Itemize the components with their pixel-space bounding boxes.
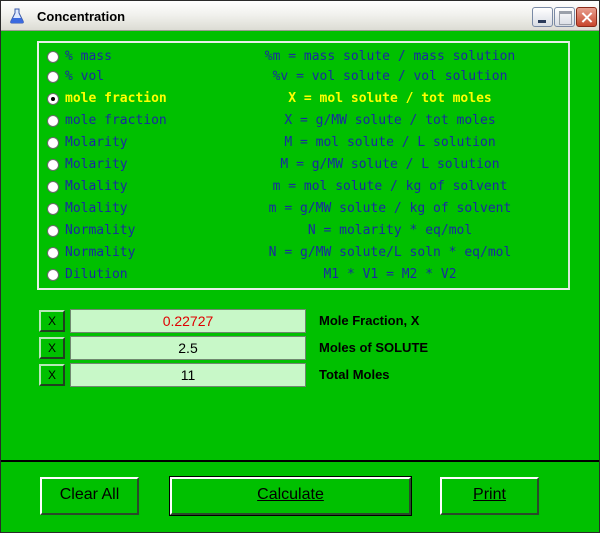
option-label: Normality [65,245,136,260]
option-label: Molarity [65,157,128,172]
moles-solute-field[interactable]: 2.5 [70,336,306,360]
option-formula: m = mol solute / kg of solvent [272,179,508,194]
clear-total-moles-button[interactable]: X [39,364,65,386]
radio-button[interactable] [47,203,59,215]
option-label: Dilution [65,267,128,282]
option-percent-mass[interactable]: % mass %m = mass solute / mass solution [39,46,568,68]
minimize-button[interactable] [532,7,553,27]
calculate-label: Calculate [257,486,324,503]
print-button[interactable]: Print [440,477,539,515]
window-title: Concentration [37,9,126,24]
radio-button[interactable] [47,115,59,127]
option-label: Molality [65,179,128,194]
print-label: Print [473,486,506,503]
option-label: % mass [65,49,112,64]
radio-button[interactable] [47,71,59,83]
option-mole-fraction-mol[interactable]: mole fraction X = mol solute / tot moles [39,88,568,110]
option-formula: X = mol solute / tot moles [288,91,492,106]
radio-button[interactable] [47,247,59,259]
option-label: Molality [65,201,128,216]
radio-button[interactable] [47,269,59,281]
moles-solute-label: Moles of SOLUTE [319,340,429,355]
radio-button-selected[interactable] [47,93,59,105]
clear-moles-solute-button[interactable]: X [39,337,65,359]
option-molarity-mol[interactable]: Molarity M = mol solute / L solution [39,132,568,154]
option-molality-mol[interactable]: Molality m = mol solute / kg of solvent [39,176,568,198]
divider-line [1,460,599,462]
option-mole-fraction-grams[interactable]: mole fraction X = g/MW solute / tot mole… [39,110,568,132]
radio-button[interactable] [47,159,59,171]
option-normality-grams[interactable]: Normality N = g/MW solute/L soln * eq/mo… [39,242,568,264]
option-formula: M = mol solute / L solution [284,135,496,150]
radio-button[interactable] [47,137,59,149]
radio-button[interactable] [47,225,59,237]
radio-button[interactable] [47,51,59,63]
flask-icon [10,8,24,24]
option-formula: %m = mass solute / mass solution [264,49,516,64]
option-molality-grams[interactable]: Molality m = g/MW solute / kg of solvent [39,198,568,220]
option-formula: N = g/MW solute/L soln * eq/mol [268,245,512,260]
total-moles-label: Total Moles [319,367,390,382]
option-formula: %v = vol solute / vol solution [272,69,508,84]
option-formula: N = molarity * eq/mol [307,223,473,238]
option-label: mole fraction [65,91,167,106]
radio-button[interactable] [47,181,59,193]
option-formula: M = g/MW solute / L solution [280,157,500,172]
title-bar[interactable]: Concentration [1,1,599,31]
option-formula: X = g/MW solute / tot moles [284,113,496,128]
option-label: % vol [65,69,105,84]
close-button[interactable] [576,7,597,27]
option-normality-molarity[interactable]: Normality N = molarity * eq/mol [39,220,568,242]
option-formula: m = g/MW solute / kg of solvent [268,201,512,216]
option-label: Molarity [65,135,128,150]
option-dilution[interactable]: Dilution M1 * V1 = M2 * V2 [39,264,568,286]
calculate-button[interactable]: Calculate [169,476,412,516]
mole-fraction-label: Mole Fraction, X [319,313,420,328]
clear-all-button[interactable]: Clear All [40,477,139,515]
option-molarity-grams[interactable]: Molarity M = g/MW solute / L solution [39,154,568,176]
concentration-window: Concentration % mass %m = mass solute / … [0,0,600,533]
formula-options-group: % mass %m = mass solute / mass solution … [37,41,570,290]
option-label: Normality [65,223,136,238]
mole-fraction-field[interactable]: 0.22727 [70,309,306,333]
option-formula: M1 * V1 = M2 * V2 [323,267,457,282]
clear-mole-fraction-button[interactable]: X [39,310,65,332]
maximize-button[interactable] [554,7,575,27]
option-label: mole fraction [65,113,167,128]
total-moles-field[interactable]: 11 [70,363,306,387]
option-percent-vol[interactable]: % vol %v = vol solute / vol solution [39,66,568,88]
